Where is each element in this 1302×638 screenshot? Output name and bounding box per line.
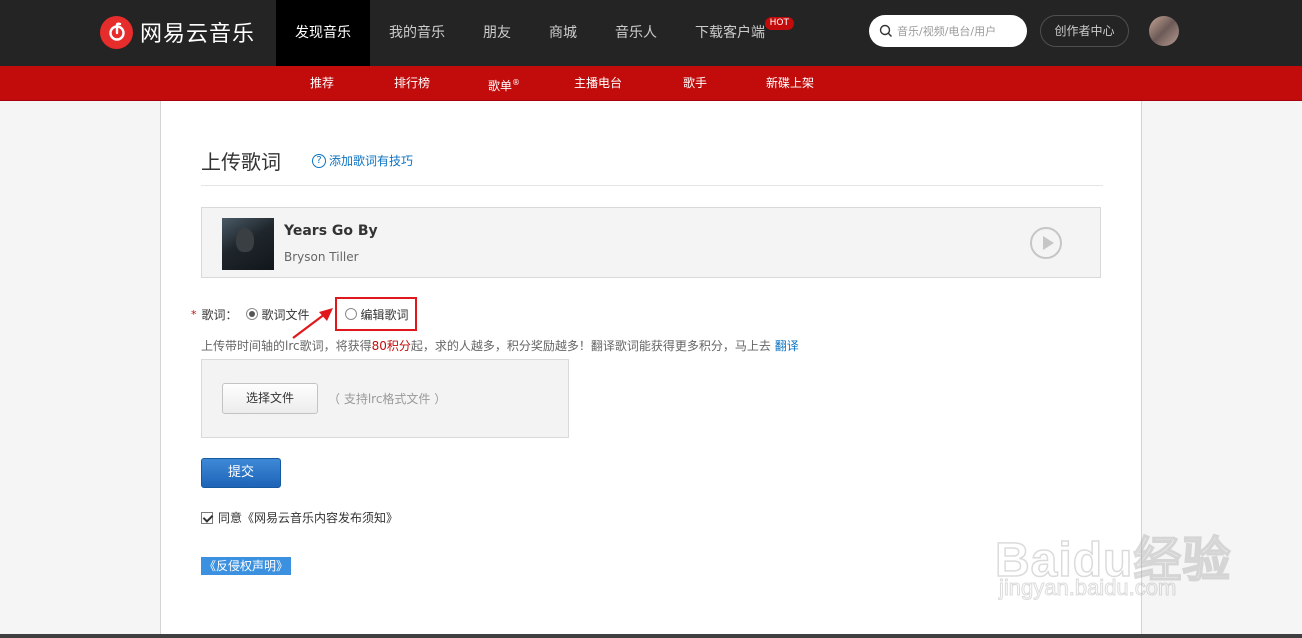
sub-nav: 推荐 排行榜 歌单® 主播电台 歌手 新碟上架 (0, 66, 1302, 101)
page-title: 上传歌词 (201, 150, 281, 174)
hint-text-1: 上传带时间轴的lrc歌词，将获得 (201, 339, 372, 353)
nav-my-music[interactable]: 我的音乐 (370, 0, 464, 66)
hot-badge: HOT (764, 17, 794, 30)
subnav-artists[interactable]: 歌手 (683, 66, 707, 100)
song-card: Years Go By Bryson Tiller (201, 207, 1101, 278)
translate-link[interactable]: 翻译 (775, 339, 799, 353)
subnav-radio[interactable]: 主播电台 (574, 66, 622, 100)
choose-file-button[interactable]: 选择文件 (222, 383, 318, 414)
agree-text[interactable]: 同意《网易云音乐内容发布须知》 (218, 509, 398, 526)
nav-friends[interactable]: 朋友 (464, 0, 530, 66)
song-artist[interactable]: Bryson Tiller (284, 250, 359, 264)
search-box[interactable] (869, 15, 1027, 47)
subnav-new-albums[interactable]: 新碟上架 (766, 66, 814, 100)
avatar[interactable] (1149, 16, 1179, 46)
nav-store[interactable]: 商城 (530, 0, 596, 66)
registered-mark: ® (512, 78, 521, 87)
netease-music-logo-icon (100, 15, 133, 49)
required-mark: * (191, 307, 197, 321)
album-cover (222, 218, 274, 270)
logo[interactable]: 网易云音乐 (100, 15, 255, 49)
song-name: Years Go By (284, 223, 378, 239)
nav-musician[interactable]: 音乐人 (596, 0, 676, 66)
help-icon: ? (312, 153, 326, 168)
search-icon (879, 24, 892, 37)
rights-statement-link[interactable]: 《反侵权声明》 (201, 557, 292, 575)
subnav-playlists[interactable]: 歌单® (488, 66, 520, 100)
lyrics-tip-label: 添加歌词有技巧 (329, 154, 414, 168)
creator-center-button[interactable]: 创作者中心 (1040, 15, 1129, 47)
subnav-playlists-label: 歌单 (488, 79, 513, 93)
radio-checked-icon[interactable] (245, 308, 258, 320)
lyrics-label: 歌词： (201, 307, 238, 322)
agree-checkbox[interactable] (201, 511, 213, 524)
submit-button[interactable]: 提交 (201, 458, 281, 488)
baidu-watermark: Baidu经验 jingyan.baidu.com (994, 495, 1235, 615)
subnav-recommend[interactable]: 推荐 (310, 66, 334, 100)
annotation-highlight-box (335, 297, 417, 331)
nav-download[interactable]: 下载客户端 HOT (676, 0, 802, 66)
subnav-charts[interactable]: 排行榜 (394, 66, 430, 100)
lyrics-tip-link[interactable]: ? 添加歌词有技巧 (312, 152, 413, 169)
taskbar-strip (0, 634, 1302, 638)
main-nav: 发现音乐 我的音乐 朋友 商城 音乐人 下载客户端 HOT (276, 0, 802, 66)
hint-text-2: 起，求的人越多，积分奖励越多！翻译歌词能获得更多积分，马上去 (410, 339, 771, 353)
search-input[interactable] (897, 24, 1017, 38)
nav-download-label: 下载客户端 (695, 25, 765, 41)
divider (201, 185, 1103, 186)
logo-text: 网易云音乐 (140, 22, 256, 47)
play-icon[interactable] (1030, 227, 1062, 259)
watermark-url: jingyan.baidu.com (998, 575, 1177, 601)
top-bar: 网易云音乐 发现音乐 我的音乐 朋友 商城 音乐人 下载客户端 HOT 创作者中… (0, 0, 1302, 66)
annotation-arrow-icon (292, 308, 333, 339)
file-format-hint: （ 支持lrc格式文件 ） (328, 392, 447, 406)
nav-discover[interactable]: 发现音乐 (276, 0, 370, 66)
hint-points: 80积分 (371, 339, 411, 353)
agree-row: 同意《网易云音乐内容发布须知》 (201, 509, 398, 526)
upload-box: 选择文件 （ 支持lrc格式文件 ） (201, 359, 569, 438)
points-hint: 上传带时间轴的lrc歌词，将获得80积分起，求的人越多，积分奖励越多！翻译歌词能… (201, 337, 799, 354)
